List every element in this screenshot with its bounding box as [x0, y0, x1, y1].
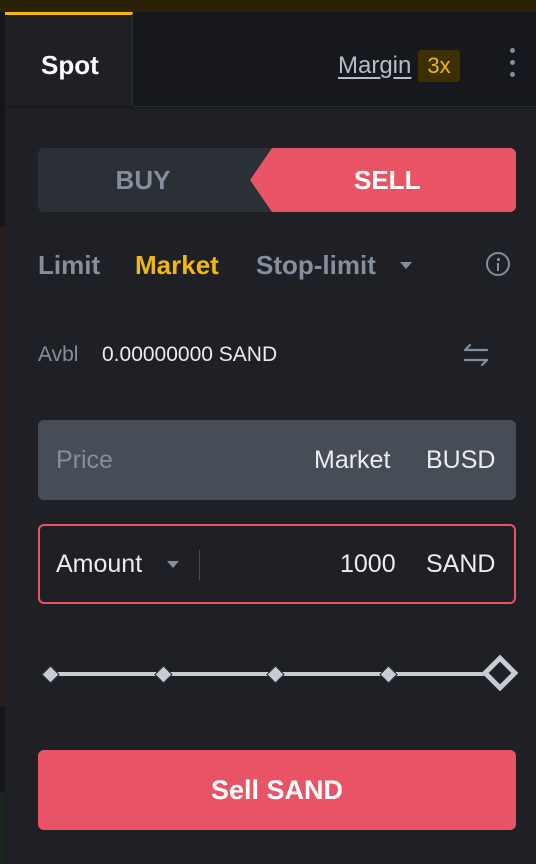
caret-down-icon[interactable] — [400, 262, 412, 269]
info-icon[interactable] — [486, 252, 510, 276]
left-strip-mark — [0, 792, 5, 864]
left-strip-mark — [0, 227, 5, 707]
amount-unit: SAND — [426, 550, 496, 578]
price-field: Price Market BUSD — [38, 420, 516, 500]
slider-step-0[interactable] — [41, 665, 60, 684]
amount-type-select[interactable]: Amount — [56, 550, 142, 579]
available-label: Avbl — [38, 343, 79, 366]
amount-field[interactable]: Amount 1000 SAND — [38, 524, 516, 604]
sell-submit-button[interactable]: Sell SAND — [38, 750, 516, 830]
tabs-divider — [133, 106, 536, 107]
leverage-badge: 3x — [418, 50, 460, 82]
caret-down-icon[interactable] — [167, 561, 179, 568]
available-balance: 0.00000000 SAND — [102, 343, 278, 366]
sell-button-label: SELL — [354, 165, 421, 195]
slider-thumb[interactable] — [481, 654, 519, 692]
order-type-market[interactable]: Market — [135, 250, 219, 281]
tab-margin[interactable]: Margin — [338, 52, 411, 80]
order-type-stop-limit[interactable]: Stop-limit — [256, 250, 376, 281]
order-type-limit[interactable]: Limit — [38, 250, 100, 281]
tab-spot[interactable]: Spot — [5, 12, 133, 106]
price-placeholder: Price — [56, 446, 113, 474]
amount-slider[interactable] — [38, 650, 522, 698]
slider-step-75[interactable] — [378, 665, 398, 684]
amount-divider — [199, 550, 200, 580]
tab-spot-label: Spot — [41, 50, 99, 80]
amount-input[interactable]: 1000 — [340, 550, 396, 579]
top-accent-bar — [0, 0, 536, 12]
buy-sell-toggle: BUY SELL — [38, 148, 516, 212]
price-value: Market — [314, 446, 391, 474]
sell-button[interactable]: SELL — [250, 148, 516, 212]
price-unit: BUSD — [426, 446, 496, 474]
left-edge-strip — [0, 12, 5, 864]
slider-step-25[interactable] — [153, 665, 173, 684]
more-vertical-icon[interactable] — [508, 48, 516, 78]
slider-step-50[interactable] — [266, 665, 285, 684]
swap-icon[interactable] — [461, 340, 491, 370]
buy-button[interactable]: BUY — [38, 148, 248, 212]
